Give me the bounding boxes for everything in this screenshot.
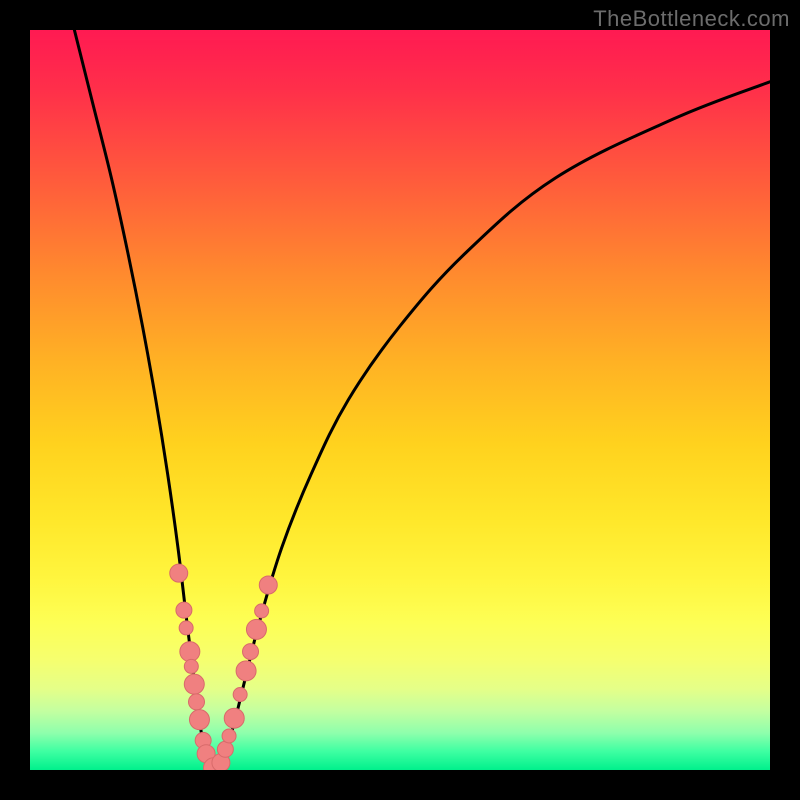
- data-markers: [170, 564, 278, 770]
- marker-18: [246, 619, 266, 639]
- marker-17: [243, 644, 259, 660]
- plot-area: [30, 30, 770, 770]
- marker-16: [236, 661, 256, 681]
- marker-3: [180, 642, 200, 662]
- curve-right-curve: [215, 82, 770, 770]
- chart-svg: [30, 30, 770, 770]
- marker-12: [217, 741, 233, 757]
- marker-1: [176, 602, 192, 618]
- marker-13: [222, 729, 236, 743]
- marker-19: [255, 604, 269, 618]
- marker-14: [224, 708, 244, 728]
- marker-4: [184, 659, 198, 673]
- marker-2: [179, 621, 193, 635]
- marker-5: [184, 674, 204, 694]
- watermark-text: TheBottleneck.com: [593, 6, 790, 32]
- marker-6: [189, 694, 205, 710]
- marker-15: [233, 688, 247, 702]
- bottleneck-curve: [74, 30, 770, 770]
- chart-frame: TheBottleneck.com: [0, 0, 800, 800]
- marker-0: [170, 564, 188, 582]
- marker-20: [259, 576, 277, 594]
- marker-7: [189, 710, 209, 730]
